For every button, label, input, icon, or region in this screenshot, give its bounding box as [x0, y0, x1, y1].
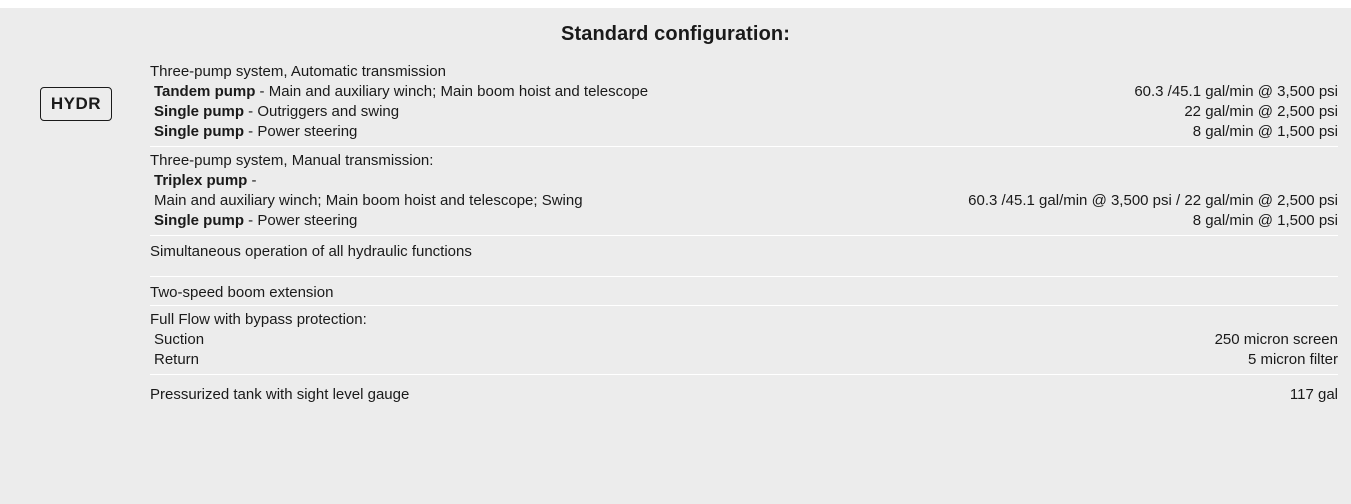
pump-value: 8 gal/min @ 1,500 psi: [1192, 123, 1338, 140]
pump-value: 60.3 /45.1 gal/min @ 3,500 psi: [1134, 83, 1338, 100]
pump-name: Single pump: [154, 103, 244, 120]
pump-value: 8 gal/min @ 1,500 psi: [1192, 212, 1338, 229]
auto-system-title: Three-pump system, Automatic transmissio…: [150, 63, 446, 80]
pump-name: Single pump: [154, 123, 244, 140]
tank-row: Pressurized tank with sight level gauge …: [150, 385, 1338, 405]
pump-name: Triplex pump: [154, 172, 248, 189]
auto-pump-row: Single pump - Power steering 8 gal/min @…: [150, 122, 1338, 142]
two-speed-section: Two-speed boom extension: [150, 281, 1338, 306]
pump-description: Outriggers and swing: [257, 103, 400, 120]
filtration-label: Suction: [154, 331, 205, 348]
auto-system-title-row: Three-pump system, Automatic transmissio…: [150, 62, 1338, 82]
pump-description: Power steering: [257, 123, 358, 140]
pump-name: Single pump: [154, 212, 244, 229]
pump-separator: -: [244, 123, 258, 140]
pump-description: Main and auxiliary winch; Main boom hois…: [268, 83, 649, 100]
filtration-row: Suction 250 micron screen: [150, 330, 1338, 350]
pump-separator: -: [244, 103, 258, 120]
triplex-pump-row: Triplex pump -: [150, 171, 1338, 191]
filtration-value: 250 micron screen: [1214, 331, 1338, 348]
pump-description: Power steering: [257, 212, 358, 229]
pump-separator: -: [244, 212, 258, 229]
simultaneous-section: Simultaneous operation of all hydraulic …: [150, 240, 1338, 277]
simultaneous-text: Simultaneous operation of all hydraulic …: [150, 243, 472, 260]
filtration-value: 5 micron filter: [1247, 351, 1338, 368]
two-speed-text: Two-speed boom extension: [150, 284, 334, 301]
auto-pump-row: Single pump - Outriggers and swing 22 ga…: [150, 102, 1338, 122]
pump-value: 60.3 /45.1 gal/min @ 3,500 psi / 22 gal/…: [968, 192, 1338, 209]
filtration-label: Return: [154, 351, 200, 368]
pump-separator: -: [247, 172, 257, 189]
top-strip: [0, 0, 1351, 8]
section-heading: Standard configuration:: [561, 23, 790, 45]
filtration-title: Full Flow with bypass protection:: [150, 311, 367, 328]
pump-value: 22 gal/min @ 2,500 psi: [1184, 103, 1338, 120]
auto-system-section: Three-pump system, Automatic transmissio…: [150, 62, 1338, 147]
pump-separator: -: [255, 83, 269, 100]
manual-system-title: Three-pump system, Manual transmission:: [150, 152, 434, 169]
manual-system-title-row: Three-pump system, Manual transmission:: [150, 151, 1338, 171]
triplex-detail-row: Main and auxiliary winch; Main boom hois…: [150, 191, 1338, 211]
spec-content: Three-pump system, Automatic transmissio…: [150, 62, 1338, 413]
tank-label: Pressurized tank with sight level gauge: [150, 386, 410, 403]
filtration-section: Full Flow with bypass protection: Suctio…: [150, 310, 1338, 375]
manual-system-section: Three-pump system, Manual transmission: …: [150, 151, 1338, 236]
tank-section: Pressurized tank with sight level gauge …: [150, 379, 1338, 409]
pump-description: Main and auxiliary winch; Main boom hois…: [154, 192, 583, 209]
hydr-badge: HYDR: [40, 87, 112, 121]
filtration-row: Return 5 micron filter: [150, 350, 1338, 370]
auto-pump-row: Tandem pump - Main and auxiliary winch; …: [150, 82, 1338, 102]
pump-name: Tandem pump: [154, 83, 256, 100]
tank-value: 117 gal: [1289, 386, 1338, 403]
steering-pump-row: Single pump - Power steering 8 gal/min @…: [150, 211, 1338, 231]
